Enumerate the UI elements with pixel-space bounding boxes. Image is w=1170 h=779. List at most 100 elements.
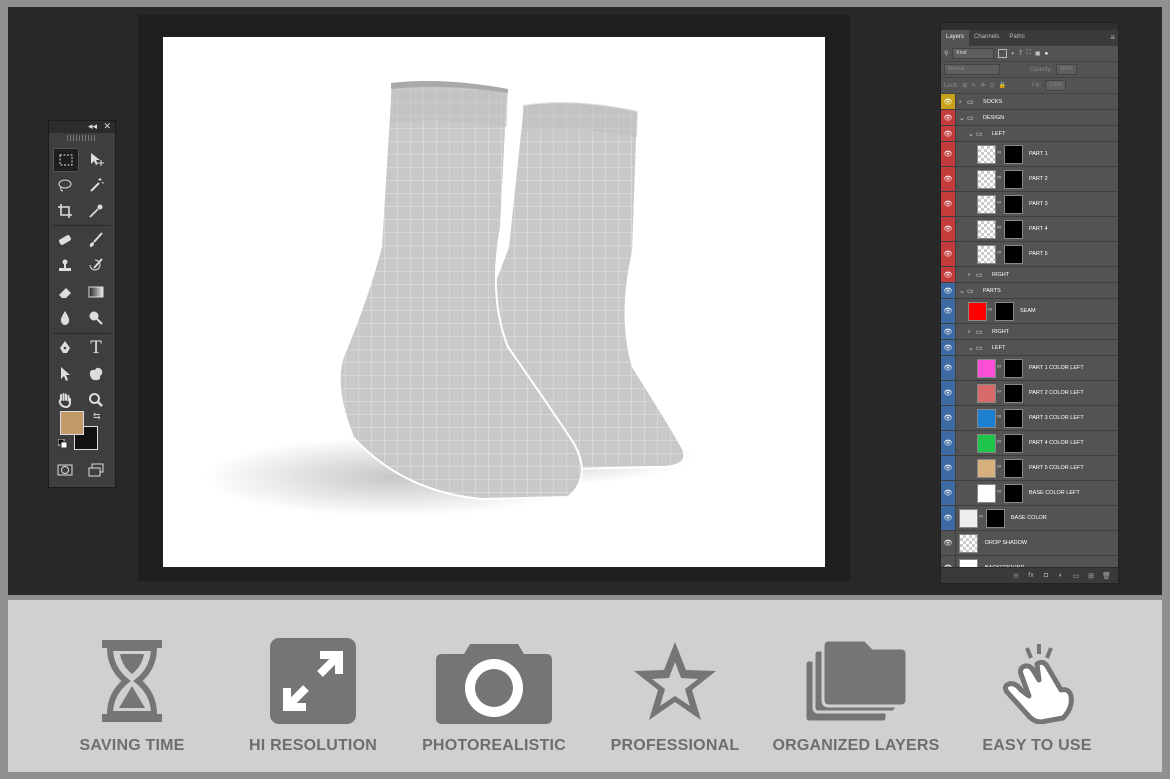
tools-panel-header[interactable]: ◂◂ ✕ (49, 121, 115, 133)
mask-link-icon[interactable]: ∞ (979, 514, 983, 520)
history-brush-icon[interactable] (84, 255, 108, 277)
layer-mask-thumbnail[interactable] (1004, 245, 1023, 264)
crop-icon[interactable] (53, 200, 77, 222)
visibility-eye-icon[interactable]: 👁 (941, 217, 956, 241)
layer-row[interactable]: 👁 ∞ PART 3 (941, 192, 1118, 217)
mask-link-icon[interactable]: ∞ (997, 200, 1001, 206)
mask-link-icon[interactable]: ∞ (997, 250, 1001, 256)
adjustment-layer-icon[interactable]: ◐ (1057, 572, 1065, 579)
layer-mask-thumbnail[interactable] (1004, 484, 1023, 503)
layer-row[interactable]: 👁 › ▭ SOCKS (941, 94, 1118, 110)
close-icon[interactable]: ✕ (103, 121, 111, 132)
lasso-icon[interactable] (53, 174, 77, 196)
mask-link-icon[interactable]: ∞ (997, 414, 1001, 420)
lock-image-icon[interactable]: ✎ (971, 82, 976, 89)
layer-row[interactable]: 👁 › ▭ RIGHT (941, 267, 1118, 283)
visibility-eye-icon[interactable]: 👁 (941, 299, 956, 323)
mask-link-icon[interactable]: ∞ (997, 439, 1001, 445)
blur-icon[interactable] (53, 307, 77, 329)
lock-artboard-icon[interactable]: ⊡ (989, 82, 994, 89)
visibility-eye-icon[interactable]: 👁 (941, 110, 956, 125)
layer-row[interactable]: 👁 ∞ PART 1 (941, 142, 1118, 167)
dodge-icon[interactable] (84, 307, 108, 329)
blend-mode-select[interactable]: Normal (944, 64, 1000, 75)
rectangular-marquee-icon[interactable] (53, 148, 79, 172)
layer-row[interactable]: 👁 ⌄ ▭ PARTS (941, 283, 1118, 299)
clone-stamp-icon[interactable] (53, 255, 77, 277)
add-mask-icon[interactable]: ◘ (1042, 572, 1050, 579)
custom-shape-icon[interactable] (84, 363, 108, 385)
visibility-eye-icon[interactable]: 👁 (941, 356, 956, 380)
panel-grip[interactable] (67, 135, 97, 141)
tab-layers[interactable]: Layers (941, 30, 970, 46)
layer-mask-thumbnail[interactable] (1004, 459, 1023, 478)
chevron-down-icon[interactable]: ⌄ (968, 130, 974, 138)
panel-menu-icon[interactable]: ≡ (1110, 33, 1115, 42)
collapse-icon[interactable]: ◂◂ (88, 121, 97, 132)
layer-row[interactable]: 👁 › ▭ RIGHT (941, 324, 1118, 340)
layers-panel-topbar[interactable] (941, 23, 1118, 30)
layer-row[interactable]: 👁 ∞ BASE COLOR (941, 506, 1118, 531)
layer-mask-thumbnail[interactable] (1004, 434, 1023, 453)
mask-link-icon[interactable]: ∞ (997, 175, 1001, 181)
lock-transparent-icon[interactable]: ⊠ (962, 82, 967, 89)
visibility-eye-icon[interactable]: 👁 (941, 506, 956, 530)
chevron-down-icon[interactable]: ⌄ (959, 287, 965, 295)
move-icon[interactable] (84, 148, 108, 170)
layer-row[interactable]: 👁 ∞ PART 5 COLOR LEFT (941, 456, 1118, 481)
filter-toggle-icon[interactable]: ● (1045, 51, 1049, 57)
filter-adjustment-icon[interactable]: ◐ (1011, 51, 1015, 57)
healing-brush-icon[interactable] (53, 229, 77, 251)
layer-row[interactable]: 👁 ⌄ ▭ DESIGN (941, 110, 1118, 126)
swap-colors-icon[interactable]: ⇆ (93, 411, 101, 422)
zoom-icon[interactable] (84, 389, 108, 411)
mask-link-icon[interactable]: ∞ (997, 225, 1001, 231)
tab-channels[interactable]: Channels (969, 30, 1004, 46)
layer-mask-thumbnail[interactable] (1004, 409, 1023, 428)
layer-mask-thumbnail[interactable] (1004, 384, 1023, 403)
filter-pixel-icon[interactable] (998, 49, 1008, 58)
link-layers-icon[interactable]: ⊝ (1012, 572, 1020, 580)
visibility-eye-icon[interactable]: 👁 (941, 167, 956, 191)
layers-panel[interactable]: Layers Channels Paths ≡ ⚲ Kind ◐ T ⛶ ▣ ●… (940, 22, 1119, 584)
filter-shape-icon[interactable]: ⛶ (1027, 50, 1031, 57)
default-colors-icon[interactable] (57, 436, 68, 449)
chevron-right-icon[interactable]: › (968, 271, 970, 278)
lock-position-icon[interactable]: ✥ (980, 82, 985, 89)
mask-link-icon[interactable]: ∞ (997, 489, 1001, 495)
layer-row[interactable]: 👁 ∞ SEAM (941, 299, 1118, 324)
type-icon[interactable]: T (84, 337, 108, 359)
layer-mask-thumbnail[interactable] (1004, 145, 1023, 164)
layer-row[interactable]: 👁 ∞ BASE COLOR LEFT (941, 481, 1118, 506)
mask-link-icon[interactable]: ∞ (988, 307, 992, 313)
visibility-eye-icon[interactable]: 👁 (941, 431, 956, 455)
layer-row[interactable]: 👁 ∞ PART 2 (941, 167, 1118, 192)
mask-link-icon[interactable]: ∞ (997, 150, 1001, 156)
screen-mode-icon[interactable] (84, 459, 108, 481)
layer-mask-thumbnail[interactable] (986, 509, 1005, 528)
document-canvas[interactable] (163, 37, 825, 567)
visibility-eye-icon[interactable]: 👁 (941, 456, 956, 480)
layer-mask-thumbnail[interactable] (1004, 359, 1023, 378)
layer-row[interactable]: 👁 ⌄ ▭ LEFT (941, 340, 1118, 356)
visibility-eye-icon[interactable]: 👁 (941, 481, 956, 505)
visibility-eye-icon[interactable]: 👁 (941, 192, 956, 216)
layer-row[interactable]: 👁 ∞ PART 4 (941, 217, 1118, 242)
layer-row[interactable]: 👁 DROP SHADOW (941, 531, 1118, 556)
layer-row[interactable]: 👁 ⌄ ▭ LEFT (941, 126, 1118, 142)
layer-row[interactable]: 👁 ∞ PART 1 COLOR LEFT (941, 356, 1118, 381)
document-pasteboard[interactable] (138, 15, 850, 581)
layer-mask-thumbnail[interactable] (1004, 220, 1023, 239)
fx-icon[interactable]: fx (1027, 572, 1035, 579)
opacity-input[interactable]: 100% (1056, 64, 1077, 75)
eraser-icon[interactable] (53, 281, 77, 303)
layer-mask-thumbnail[interactable] (995, 302, 1014, 321)
brush-icon[interactable] (84, 229, 108, 251)
visibility-eye-icon[interactable]: 👁 (941, 381, 956, 405)
eyedropper-icon[interactable] (84, 200, 108, 222)
layer-row[interactable]: 👁 ∞ PART 2 COLOR LEFT (941, 381, 1118, 406)
visibility-eye-icon[interactable]: 👁 (941, 406, 956, 430)
fill-input[interactable]: 100% (1045, 80, 1067, 91)
new-layer-icon[interactable]: ⊞ (1087, 572, 1095, 580)
path-selection-icon[interactable] (53, 363, 77, 385)
